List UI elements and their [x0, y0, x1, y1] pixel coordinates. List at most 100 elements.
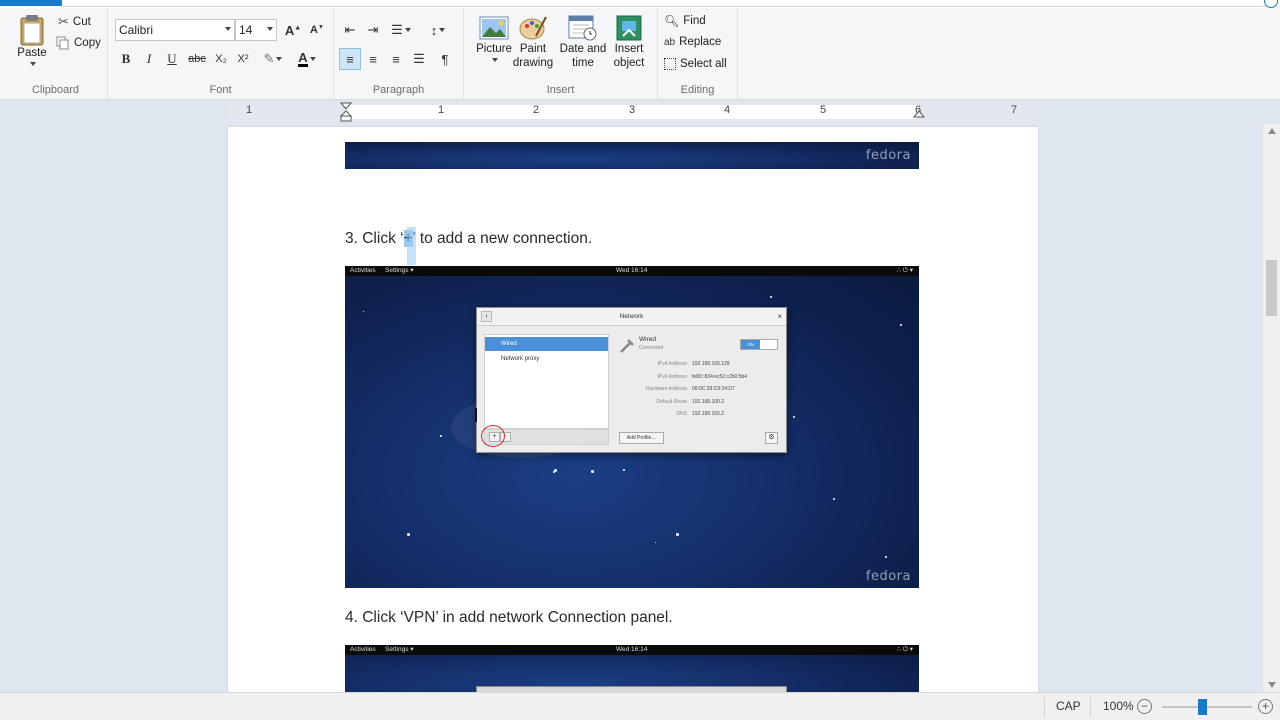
line-spacing-button[interactable]: ↕ [422, 19, 454, 41]
increase-indent-button[interactable]: ⇥ [362, 19, 384, 41]
align-right-button[interactable]: ≡ [385, 48, 407, 70]
highlight-dropdown-icon [276, 57, 283, 61]
ruler-number: 5 [820, 104, 827, 116]
bold-button[interactable]: B [115, 48, 137, 70]
hardware-address-value: 00:0C:29:C9:24:D7 [692, 386, 735, 392]
picture-dropdown-icon [492, 58, 498, 62]
align-right-icon: ≡ [392, 51, 400, 67]
paste-dropdown-icon[interactable] [30, 62, 36, 66]
paragraph-group: ⇤ ⇥ ☰ ↕ ≡ ≡ ≡ ☰ ¶ Paragraph [334, 8, 464, 100]
superscript-button[interactable]: X² [232, 48, 254, 70]
paragraph-settings-button[interactable]: ¶ [434, 48, 456, 70]
clock-label: Wed 16:14 [616, 646, 648, 653]
grow-font-icon: A▲ [284, 22, 302, 38]
align-left-icon: ≡ [346, 51, 354, 67]
ipv4-label: IPv4 Address [657, 361, 687, 367]
document-workspace: fedora 3. Click ‘+’ to add a new connect… [0, 124, 1262, 692]
font-family-dropdown-icon [225, 27, 231, 31]
help-icon[interactable] [1264, 0, 1278, 8]
system-tray-icon: ∴ ⏻ ▾ [896, 267, 913, 274]
select-all-button[interactable]: Select all [664, 58, 727, 70]
ruler-number: 2 [533, 104, 540, 116]
insert-group-label: Insert [546, 84, 575, 96]
text-color-icon: A [298, 49, 308, 67]
right-indent-marker-icon[interactable] [913, 110, 925, 120]
clipboard-group-label: Clipboard [31, 84, 80, 96]
highlighter-icon: ✎ [263, 51, 275, 66]
step-3-prefix: 3. Click ‘ [345, 230, 404, 247]
highlight-color-button[interactable]: ✎ [258, 48, 288, 70]
wired-status: Connected [639, 345, 664, 351]
subscript-button[interactable]: X₂ [210, 48, 232, 70]
editing-group-label: Editing [680, 84, 715, 96]
justify-icon: ☰ [413, 51, 425, 66]
step-4-text[interactable]: 4. Click ‘VPN’ in add network Connection… [345, 609, 673, 627]
font-family-select[interactable]: Calibri [115, 19, 235, 41]
decrease-indent-button[interactable]: ⇤ [339, 19, 361, 41]
ruler-number: 1 [438, 104, 445, 116]
zoom-out-button[interactable]: − [1137, 699, 1152, 714]
font-group: Calibri 14 A▲ A▼ B I U abc X₂ X² ✎ A Fon… [108, 8, 334, 100]
insert-object-label-2: object [613, 57, 645, 69]
screenshot-prev-bottom: fedora [345, 142, 919, 169]
ipv6-label: IPv6 Address [657, 374, 687, 380]
insert-object-button[interactable]: Insert object [606, 14, 652, 70]
zoom-percent: 100% [1103, 699, 1134, 713]
ruler[interactable]: 1 1 2 3 4 5 6 7 [228, 102, 1038, 122]
bullet-list-button[interactable]: ☰ [385, 19, 417, 41]
align-left-button[interactable]: ≡ [339, 48, 361, 70]
paste-label: Paste [17, 47, 47, 59]
zoom-slider-thumb[interactable] [1198, 699, 1207, 715]
scroll-up-icon[interactable] [1268, 128, 1276, 134]
replace-button[interactable]: ab Replace [664, 36, 721, 48]
insert-group: Picture Paint drawing Date and time Inse… [464, 8, 658, 100]
scroll-thumb[interactable] [1266, 260, 1277, 316]
gear-icon: ⚙ [765, 432, 778, 444]
close-icon: × [777, 312, 782, 321]
left-indent-marker-icon[interactable] [340, 102, 352, 122]
status-separator [1090, 697, 1091, 717]
italic-button[interactable]: I [138, 48, 160, 70]
default-route-label: Default Route [656, 399, 687, 405]
underline-button[interactable]: U [161, 48, 183, 70]
gnome-top-bar: Activities Settings ▾ Wed 16:14 ∴ ⏻ ▾ [345, 645, 919, 655]
default-route-value: 192.168.100.2 [692, 399, 724, 405]
strikethrough-button[interactable]: abc [186, 48, 208, 70]
zoom-in-button[interactable]: + [1258, 699, 1273, 714]
font-group-label: Font [209, 84, 232, 96]
paint-drawing-button[interactable]: Paint drawing [510, 14, 556, 70]
align-center-button[interactable]: ≡ [362, 48, 384, 70]
step-3-text[interactable]: 3. Click ‘+’ to add a new connection. [345, 230, 592, 248]
caps-lock-indicator: CAP [1056, 699, 1081, 713]
wired-list-item: Wired [485, 337, 608, 351]
ruler-number: 7 [1011, 104, 1018, 116]
text-color-button[interactable]: A [292, 48, 322, 70]
back-icon: ‹ [481, 311, 492, 322]
document-page[interactable]: fedora 3. Click ‘+’ to add a new connect… [228, 127, 1038, 692]
paste-icon [20, 15, 44, 46]
binoculars-icon: 🔍︎ [664, 14, 680, 28]
shrink-font-button[interactable]: A▼ [306, 19, 328, 41]
zoom-slider-track[interactable] [1162, 706, 1252, 708]
align-center-icon: ≡ [369, 51, 377, 67]
paragraph-settings-icon: ¶ [441, 51, 449, 67]
paint-drawing-label-2: drawing [512, 57, 554, 69]
date-time-button[interactable]: Date and time [558, 14, 608, 70]
cut-button[interactable]: ✂ Cut [58, 14, 91, 30]
paste-button[interactable]: Paste [14, 14, 50, 66]
insert-object-icon [616, 15, 642, 41]
ethernet-icon [620, 339, 634, 353]
vertical-scrollbar[interactable] [1262, 124, 1280, 692]
ribbon: Paste ✂ Cut Copy Clipboard Calibri 14 A▲… [0, 8, 1280, 100]
grow-font-button[interactable]: A▲ [282, 19, 304, 41]
fedora-logo: fedora [865, 148, 911, 163]
scroll-down-icon[interactable] [1268, 682, 1276, 688]
find-button[interactable]: 🔍︎ Find [664, 14, 706, 28]
file-tab[interactable] [0, 0, 62, 6]
font-size-select[interactable]: 14 [235, 19, 277, 41]
fedora-logo: fedora [865, 569, 911, 584]
bullet-list-dropdown-icon [404, 28, 411, 32]
justify-button[interactable]: ☰ [408, 48, 430, 70]
copy-label: Copy [74, 37, 101, 49]
copy-button[interactable]: Copy [56, 36, 101, 50]
